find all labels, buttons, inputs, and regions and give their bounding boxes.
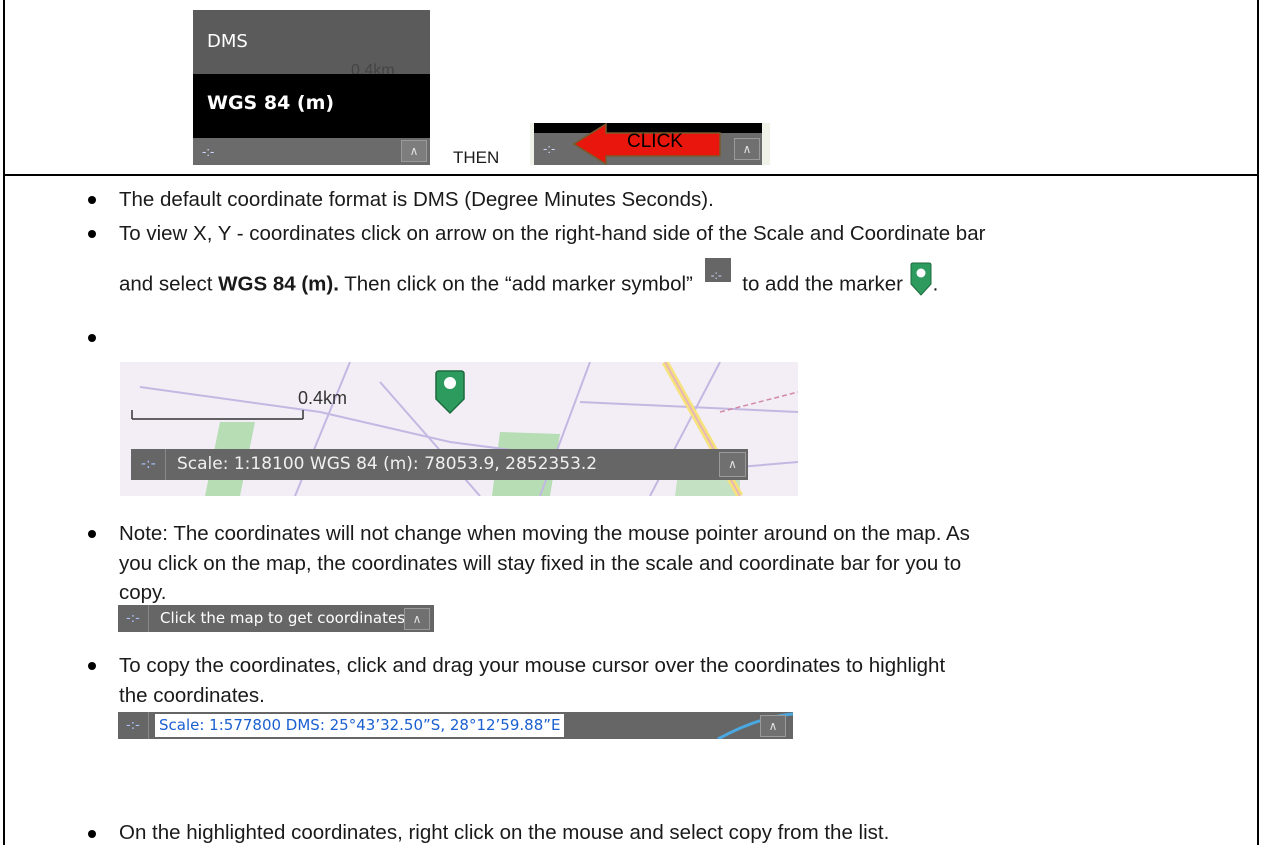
- bullet-dot: [88, 230, 96, 238]
- highlighted-coordinate-bar: -:- Scale: 1:577800 DMS: 25°43’32.50”S, …: [118, 712, 793, 739]
- bullet-note-line3: copy.: [119, 581, 167, 604]
- bullet-dot: [88, 196, 96, 204]
- crosshair-icon[interactable]: -:-: [141, 449, 156, 480]
- bullet-copy-line1: To copy the coordinates, click and drag …: [119, 654, 946, 677]
- bold-wgs84: WGS 84 (m).: [218, 272, 339, 296]
- bullet-view-xy-line1: To view X, Y - coordinates click on arro…: [119, 222, 986, 245]
- highlighted-coordinates[interactable]: Scale: 1:577800 DMS: 25°43’32.50”S, 28°1…: [155, 714, 565, 737]
- bullet-right-click-copy: On the highlighted coordinates, right cl…: [119, 821, 890, 844]
- bullet-dot: [88, 530, 96, 538]
- chevron-up-icon[interactable]: ∧: [760, 715, 786, 737]
- table-divider: [3, 174, 1259, 176]
- format-dropdown-screenshot: DMS 0.4km WGS 84 (m) -:- ∧: [193, 10, 430, 165]
- bullet-default-format: The default coordinate format is DMS (De…: [119, 188, 714, 211]
- click-prompt-text: Click the map to get coordinates: [160, 609, 406, 627]
- divider: [165, 449, 166, 480]
- scale-distance-label: 0.4km: [298, 388, 348, 408]
- bullet-note-line1: Note: The coordinates will not change wh…: [119, 522, 970, 545]
- chevron-up-icon[interactable]: ∧: [734, 138, 760, 160]
- map-marker-icon: [910, 262, 932, 296]
- coordinate-bar: -:- ∧: [193, 138, 430, 165]
- text-segment: to add the marker: [736, 272, 903, 296]
- chevron-up-icon[interactable]: ∧: [401, 140, 427, 162]
- bullet-copy-line2: the coordinates.: [119, 684, 265, 707]
- then-label: THEN: [453, 148, 500, 167]
- bullet-dot: [88, 334, 96, 342]
- coordinate-readout[interactable]: Scale: 1:18100 WGS 84 (m): 78053.9, 2852…: [177, 449, 597, 480]
- bullet-view-xy-line2: and select WGS 84 (m). Then click on the…: [119, 258, 939, 302]
- chevron-up-icon[interactable]: ∧: [719, 452, 746, 477]
- crosshair-icon[interactable]: -:-: [126, 712, 140, 739]
- crosshair-icon: -:-: [704, 258, 731, 282]
- divider: [148, 712, 149, 739]
- text-segment: .: [932, 272, 939, 296]
- map-marker-icon[interactable]: [433, 369, 467, 415]
- chevron-up-icon[interactable]: ∧: [404, 608, 430, 630]
- bullet-dot: [88, 830, 96, 838]
- crosshair-icon[interactable]: -:-: [126, 605, 140, 632]
- crosshair-icon[interactable]: -:-: [202, 145, 214, 158]
- click-label: CLICK: [627, 131, 683, 152]
- dropdown-option-wgs84[interactable]: WGS 84 (m): [193, 74, 430, 138]
- divider: [148, 605, 149, 632]
- bullet-note-line2: you click on the map, the coordinates wi…: [119, 552, 962, 575]
- click-arrow-callout: CLICK: [572, 123, 724, 165]
- bullet-dot: [88, 662, 96, 670]
- crosshair-icon[interactable]: -:-: [543, 142, 555, 155]
- text-segment: Then click on the “add marker symbol”: [338, 272, 699, 296]
- scale-coordinate-bar: -:- Scale: 1:18100 WGS 84 (m): 78053.9, …: [131, 449, 748, 480]
- text-segment: and select: [119, 272, 219, 296]
- click-prompt-bar: -:- Click the map to get coordinates ∧: [118, 605, 434, 632]
